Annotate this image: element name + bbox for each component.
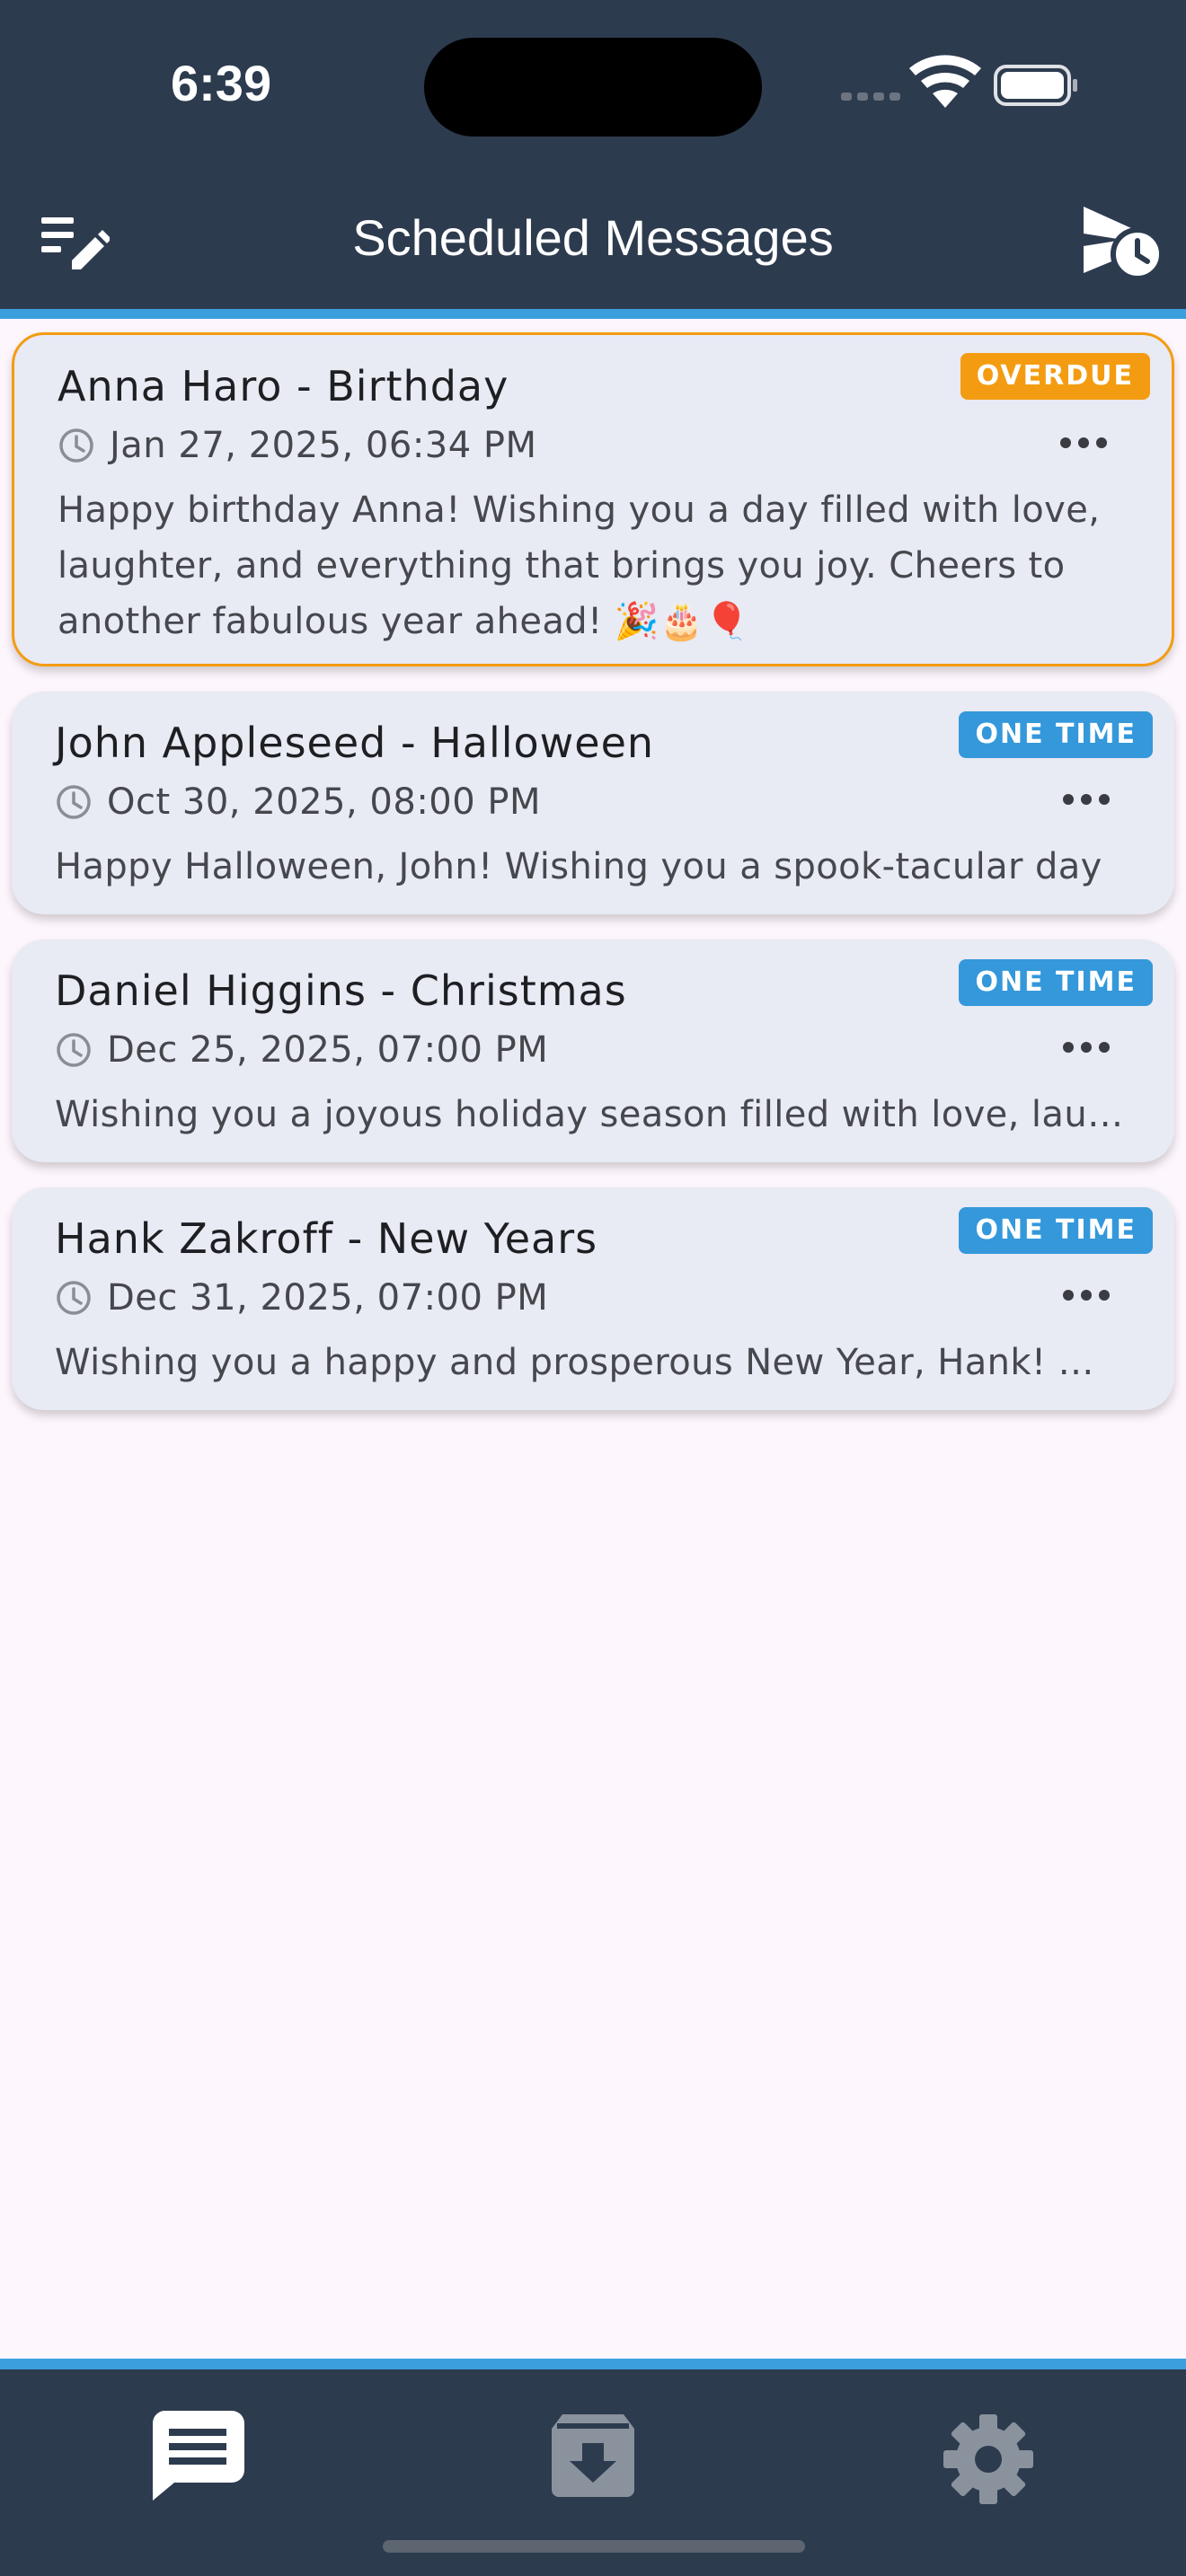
clock-icon xyxy=(57,1281,91,1315)
message-card-hank-new-years[interactable]: Hank Zakroff - New Years ONE TIME Dec 31… xyxy=(12,1187,1174,1410)
home-indicator xyxy=(383,2540,805,2553)
card-message-preview: Happy birthday Anna! Wishing you a day f… xyxy=(58,490,1101,642)
card-datetime: Dec 25, 2025, 07:00 PM xyxy=(107,1029,549,1071)
status-badge-one-time: ONE TIME xyxy=(959,711,1153,758)
top-app-bar: 6:39 Scheduled Messages xyxy=(0,0,1186,309)
page-title: Scheduled Messages xyxy=(352,209,834,266)
status-badge-one-time: ONE TIME xyxy=(959,959,1153,1006)
more-options-icon[interactable] xyxy=(1057,425,1111,461)
card-message-preview: Happy Halloween, John! Wishing you a spo… xyxy=(55,846,1102,887)
status-indicators xyxy=(841,55,1077,108)
card-message-preview: Wishing you a happy and prosperous New Y… xyxy=(55,1342,1124,1383)
card-date-row: Dec 25, 2025, 07:00 PM xyxy=(55,1029,548,1071)
wifi-icon xyxy=(909,55,981,108)
card-title: John Appleseed - Halloween xyxy=(55,719,655,767)
more-options-icon[interactable] xyxy=(1059,781,1113,817)
clock-icon xyxy=(57,1033,91,1067)
tab-archive[interactable] xyxy=(552,2414,634,2501)
clock-icon xyxy=(59,428,93,463)
card-title: Hank Zakroff - New Years xyxy=(55,1214,598,1263)
more-options-icon[interactable] xyxy=(1059,1277,1113,1313)
card-title: Daniel Higgins - Christmas xyxy=(55,966,627,1015)
archive-icon xyxy=(552,2414,634,2497)
tab-settings[interactable] xyxy=(943,2414,1033,2508)
battery-icon xyxy=(994,65,1077,106)
message-card-john-halloween[interactable]: John Appleseed - Halloween ONE TIME Oct … xyxy=(12,692,1174,914)
card-date-row: Jan 27, 2025, 06:34 PM xyxy=(58,425,537,466)
scheduled-send-button[interactable] xyxy=(1082,205,1164,284)
chat-icon xyxy=(152,2411,244,2501)
clock-icon xyxy=(57,785,91,819)
card-title: Anna Haro - Birthday xyxy=(58,362,509,410)
card-datetime: Oct 30, 2025, 08:00 PM xyxy=(107,781,542,823)
cellular-signal-icon xyxy=(841,93,900,101)
card-date-row: Dec 31, 2025, 07:00 PM xyxy=(55,1277,548,1319)
message-card-daniel-christmas[interactable]: Daniel Higgins - Christmas ONE TIME Dec … xyxy=(12,940,1174,1162)
scheduled-send-icon xyxy=(1084,207,1164,281)
more-options-icon[interactable] xyxy=(1059,1029,1113,1065)
card-datetime: Dec 31, 2025, 07:00 PM xyxy=(107,1277,549,1319)
tab-messages[interactable] xyxy=(151,2411,244,2504)
header-accent-stripe xyxy=(0,309,1186,319)
card-message-preview: Wishing you a joyous holiday season fill… xyxy=(55,1094,1124,1135)
bottom-accent-stripe xyxy=(0,2359,1186,2369)
message-card-anna-birthday[interactable]: Anna Haro - Birthday OVERDUE Jan 27, 202… xyxy=(12,332,1174,666)
card-datetime: Jan 27, 2025, 06:34 PM xyxy=(110,425,537,466)
status-badge-one-time: ONE TIME xyxy=(959,1207,1153,1254)
card-date-row: Oct 30, 2025, 08:00 PM xyxy=(55,781,541,823)
settings-gear-icon xyxy=(943,2414,1033,2504)
status-badge-overdue: OVERDUE xyxy=(960,353,1150,400)
